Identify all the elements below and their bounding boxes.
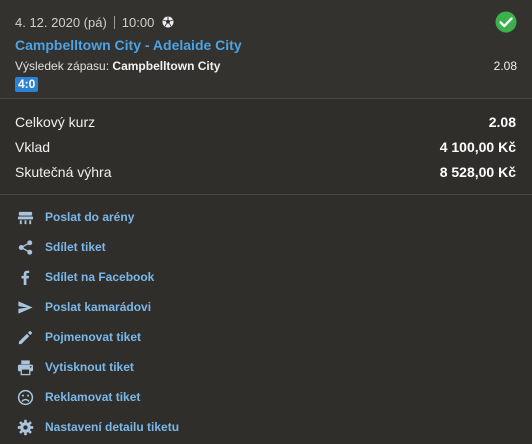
event-date: 4. 12. 2020 (pá)	[15, 14, 107, 30]
stake-row: Vklad 4 100,00 Kč	[15, 139, 516, 164]
selection-odds: 2.08	[493, 59, 517, 73]
total-odds-label: Celkový kurz	[15, 114, 96, 130]
facebook-icon	[16, 268, 34, 286]
actual-win-value: 8 528,00 Kč	[439, 164, 516, 180]
gear-icon	[16, 418, 34, 436]
selection-row: Výsledek zápasu: Campbelltown City 2.08	[15, 59, 517, 75]
print-icon	[16, 358, 34, 376]
event-time: 10:00	[121, 14, 155, 30]
stake-label: Vklad	[15, 139, 51, 155]
action-label: Sdílet tiket	[45, 240, 106, 254]
send-icon	[16, 298, 34, 316]
soccer-ball-icon	[162, 16, 174, 28]
send-to-arena-action[interactable]: Poslat do arény	[0, 202, 532, 232]
meta-divider	[113, 15, 115, 29]
ticket-detail-settings-action[interactable]: Nastavení detailu tiketu	[0, 412, 532, 442]
match-title[interactable]: Campbelltown City - Adelaide City	[15, 37, 517, 55]
actions-list: Poslat do arény Sdílet tiket Sdílet na F…	[0, 195, 532, 442]
actual-win-label: Skutečná výhra	[15, 164, 112, 180]
action-label: Pojmenovat tiket	[45, 330, 142, 344]
name-ticket-action[interactable]: Pojmenovat tiket	[0, 322, 532, 352]
share-icon	[16, 238, 34, 256]
action-label: Poslat do arény	[45, 210, 135, 224]
action-label: Vytisknout tiket	[45, 360, 134, 374]
print-ticket-action[interactable]: Vytisknout tiket	[0, 352, 532, 382]
total-odds-value: 2.08	[488, 114, 516, 130]
event-section: 4. 12. 2020 (pá) 10:00 Campbelltown City…	[0, 0, 532, 99]
action-label: Poslat kamarádovi	[45, 300, 152, 314]
totals-section: Celkový kurz 2.08 Vklad 4 100,00 Kč Skut…	[0, 99, 532, 195]
selection-label: Výsledek zápasu: Campbelltown City	[15, 59, 220, 75]
total-odds-row: Celkový kurz 2.08	[15, 114, 516, 139]
action-label: Nastavení detailu tiketu	[45, 420, 180, 434]
score-badge: 4:0	[15, 77, 39, 92]
action-label: Sdílet na Facebook	[45, 270, 155, 284]
send-to-friend-action[interactable]: Poslat kamarádovi	[0, 292, 532, 322]
claim-ticket-action[interactable]: Reklamovat tiket	[0, 382, 532, 412]
action-label: Reklamovat tiket	[45, 390, 141, 404]
selection-value: Campbelltown City	[112, 59, 221, 73]
pencil-icon	[16, 328, 34, 346]
market-label: Výsledek zápasu:	[15, 59, 110, 73]
event-meta: 4. 12. 2020 (pá) 10:00	[15, 13, 517, 31]
check-circle-icon	[495, 11, 517, 33]
stake-value: 4 100,00 Kč	[439, 139, 516, 155]
sad-face-icon	[16, 388, 34, 406]
share-facebook-action[interactable]: Sdílet na Facebook	[0, 262, 532, 292]
arena-icon	[16, 208, 34, 226]
actual-win-row: Skutečná výhra 8 528,00 Kč	[15, 164, 516, 189]
share-ticket-action[interactable]: Sdílet tiket	[0, 232, 532, 262]
